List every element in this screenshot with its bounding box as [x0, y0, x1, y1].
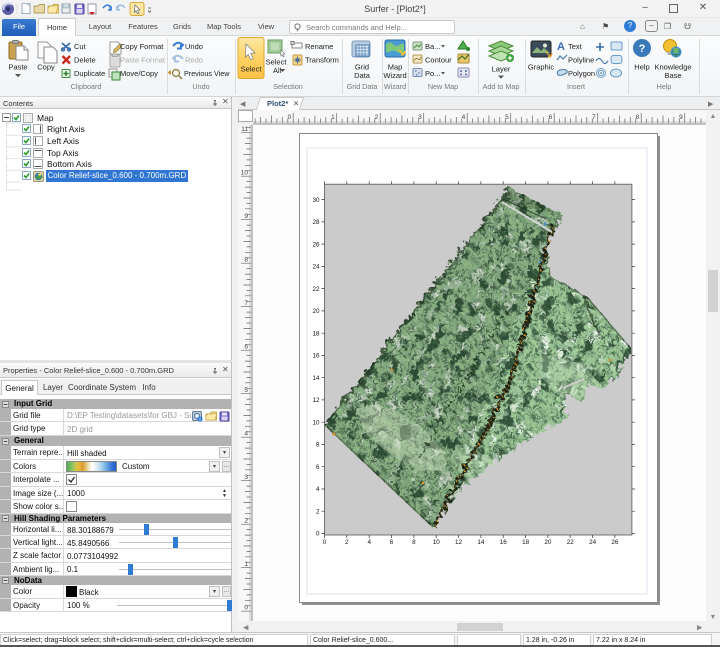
- svg-text:5: 5: [505, 114, 509, 121]
- svg-text:10: 10: [312, 419, 320, 426]
- svg-text:10: 10: [241, 170, 249, 177]
- svg-text:16: 16: [312, 353, 320, 360]
- svg-text:9: 9: [679, 114, 683, 121]
- svg-text:3: 3: [244, 474, 248, 481]
- svg-text:2: 2: [316, 508, 320, 515]
- svg-text:20: 20: [312, 308, 320, 315]
- svg-text:22: 22: [567, 539, 575, 546]
- svg-text:0: 0: [244, 605, 248, 612]
- svg-text:2: 2: [375, 114, 379, 121]
- svg-text:▼: ▼: [710, 614, 717, 621]
- svg-text:14: 14: [312, 375, 320, 382]
- svg-text:5: 5: [244, 387, 248, 394]
- svg-text:28: 28: [312, 219, 320, 226]
- svg-text:◀: ◀: [243, 625, 249, 632]
- svg-text:12: 12: [455, 539, 463, 546]
- svg-text:0: 0: [316, 531, 320, 538]
- svg-text:4: 4: [462, 114, 466, 121]
- svg-text:2: 2: [244, 518, 248, 525]
- svg-text:12: 12: [312, 397, 320, 404]
- svg-text:▲: ▲: [710, 113, 717, 120]
- svg-text:9: 9: [244, 213, 248, 220]
- svg-text:0: 0: [288, 114, 292, 121]
- svg-text:24: 24: [312, 264, 320, 271]
- svg-text:0: 0: [323, 539, 327, 546]
- svg-text:6: 6: [316, 464, 320, 471]
- svg-text:8: 8: [316, 442, 320, 449]
- svg-text:7: 7: [244, 300, 248, 307]
- svg-text:3: 3: [418, 114, 422, 121]
- svg-text:6: 6: [244, 344, 248, 351]
- svg-text:24: 24: [589, 539, 597, 546]
- svg-text:4: 4: [367, 539, 371, 546]
- svg-text:▶: ▶: [697, 625, 703, 632]
- svg-text:10: 10: [433, 539, 441, 546]
- svg-text:22: 22: [312, 286, 320, 293]
- svg-text:1: 1: [244, 561, 248, 568]
- svg-text:4: 4: [244, 431, 248, 438]
- svg-text:1: 1: [331, 114, 335, 121]
- svg-text:20: 20: [544, 539, 552, 546]
- svg-text:8: 8: [636, 114, 640, 121]
- svg-text:30: 30: [312, 197, 320, 204]
- svg-text:18: 18: [312, 330, 320, 337]
- svg-text:4: 4: [316, 486, 320, 493]
- svg-text:7: 7: [592, 114, 596, 121]
- svg-text:11: 11: [241, 126, 248, 133]
- svg-text:6: 6: [390, 539, 394, 546]
- svg-text:26: 26: [312, 241, 320, 248]
- svg-text:8: 8: [244, 257, 248, 264]
- svg-text:16: 16: [500, 539, 508, 546]
- svg-text:18: 18: [522, 539, 530, 546]
- svg-text:26: 26: [611, 539, 619, 546]
- svg-text:14: 14: [477, 539, 485, 546]
- svg-text:8: 8: [412, 539, 416, 546]
- svg-text:6: 6: [549, 114, 553, 121]
- svg-text:2: 2: [345, 539, 349, 546]
